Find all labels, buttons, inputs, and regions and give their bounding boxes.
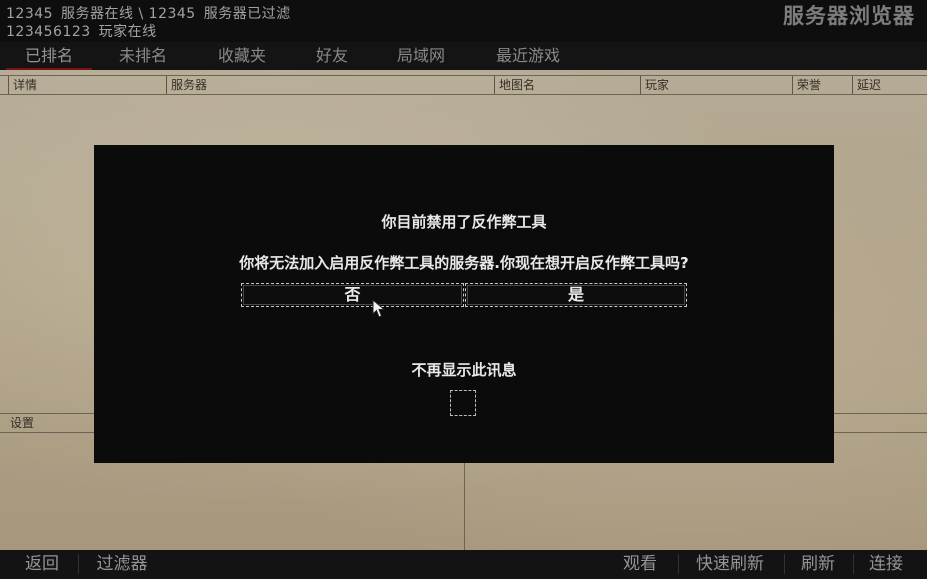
mouse-cursor-icon — [372, 299, 386, 318]
anticheat-dialog: 你目前禁用了反作弊工具 你将无法加入启用反作弊工具的服务器.你现在想开启反作弊工… — [94, 145, 834, 463]
dialog-title: 你目前禁用了反作弊工具 — [381, 213, 547, 231]
dialog-message: 你将无法加入启用反作弊工具的服务器.你现在想开启反作弊工具吗? — [239, 254, 689, 272]
no-button[interactable]: 否 — [241, 283, 464, 307]
dont-show-again-checkbox[interactable] — [450, 390, 476, 416]
server-browser-screen: 12345 服务器在线 \ 12345 服务器已过滤 123456123 玩家在线 服… — [0, 0, 927, 579]
dont-show-again-label: 不再显示此讯息 — [411, 361, 517, 379]
yes-button[interactable]: 是 — [465, 283, 687, 307]
